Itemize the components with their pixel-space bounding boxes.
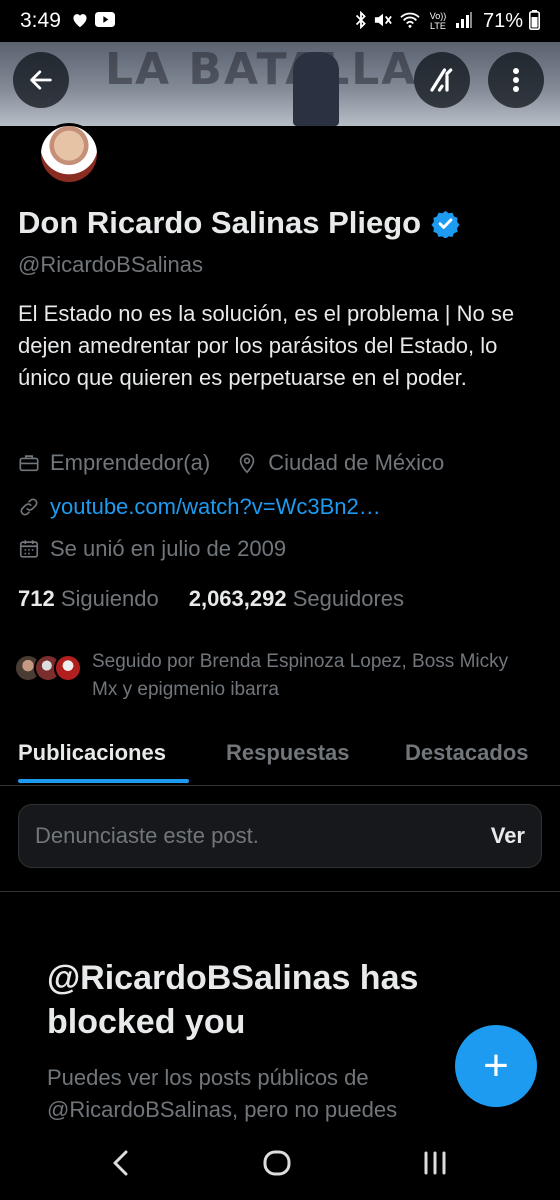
home-circle-icon [263,1150,291,1176]
signal-icon [455,11,473,31]
followed-by-row[interactable]: Seguido por Brenda Espinoza Lopez, Boss … [14,648,532,704]
profile-website-link[interactable]: youtube.com/watch?v=Wc3Bn2… [50,494,381,520]
profile-website-row: youtube.com/watch?v=Wc3Bn2… [18,494,381,520]
view-button[interactable]: Ver [491,823,525,849]
heart-icon [71,12,89,31]
divider [0,891,560,892]
banner-person [293,52,339,126]
volte-icon: Vo)) LTE [429,11,447,31]
profile-tabs: Publicaciones Respuestas Destacados [0,720,560,786]
following-count: 712 [18,586,55,611]
verified-badge-icon[interactable] [431,209,460,238]
banner-wordmark: LA BATALLA [105,44,418,95]
grok-button[interactable] [414,52,470,108]
link-icon [18,496,40,518]
profile-joined-row: Se unió en julio de 2009 [18,536,286,562]
profile-joined-date: Se unió en julio de 2009 [50,536,287,561]
blocked-body: Puedes ver los posts públicos de @Ricard… [47,1065,398,1122]
briefcase-icon [18,452,40,474]
followers-label: Seguidores [292,586,405,611]
profile-avatar[interactable] [38,123,100,185]
profile-handle: @RicardoBSalinas [18,252,203,277]
avatar [54,654,82,682]
profile-category: Emprendedor(a) [50,450,211,475]
notice-text: Denunciaste este post. [35,823,259,848]
grok-icon [430,68,453,92]
followers-count: 2,063,292 [188,586,287,611]
arrow-left-icon [30,70,52,90]
follow-stats: 712 Siguiendo 2,063,292 Seguidores [18,586,404,612]
battery-icon [529,9,540,33]
mute-icon [373,11,393,32]
plus-icon: + [483,1041,509,1090]
profile-banner[interactable]: LA BATALLA [0,42,560,126]
battery-level: 71% [482,9,523,32]
active-tab-indicator [18,779,189,783]
tab-respuestas[interactable]: Respuestas [226,720,350,766]
location-pin-icon [236,452,258,474]
youtube-icon [94,12,115,30]
profile-meta-row: Emprendedor(a) Ciudad de México [18,450,444,476]
tab-publicaciones[interactable]: Publicaciones [18,720,166,766]
following-label: Siguiendo [60,586,159,611]
bluetooth-icon [355,10,367,32]
profile-name-row: Don Ricardo Salinas Pliego [18,205,460,241]
followed-by-avatars [14,648,84,688]
system-navigation-bar [0,1132,560,1200]
profile-bio: El Estado no es la solución, es el probl… [18,301,515,390]
wifi-icon [399,11,421,32]
nav-back-button[interactable] [108,1148,134,1183]
followers-link[interactable]: 2,063,292 Seguidores [189,586,404,612]
profile-name: Don Ricardo Salinas Pliego [18,205,422,240]
status-bar: 3:49 Vo)) LTE 71% [0,0,560,42]
reported-post-notice: Denunciaste este post. Ver [18,804,542,868]
blocked-title: @RicardoBSalinas has blocked you [47,959,419,1041]
following-link[interactable]: 712 Siguiendo [18,586,159,612]
more-vertical-icon [513,68,519,92]
back-button[interactable] [13,52,69,108]
calendar-icon [18,538,40,560]
more-options-button[interactable] [488,52,544,108]
nav-home-button[interactable] [260,1148,294,1183]
compose-post-button[interactable]: + [455,1025,537,1107]
recents-icon [424,1151,446,1175]
followed-by-text: Seguido por Brenda Espinoza Lopez, Boss … [92,651,509,700]
chevron-left-icon [113,1150,128,1176]
tab-destacados[interactable]: Destacados [405,720,529,766]
status-time: 3:49 [20,9,61,32]
nav-recents-button[interactable] [420,1148,450,1183]
profile-location: Ciudad de México [268,450,445,475]
